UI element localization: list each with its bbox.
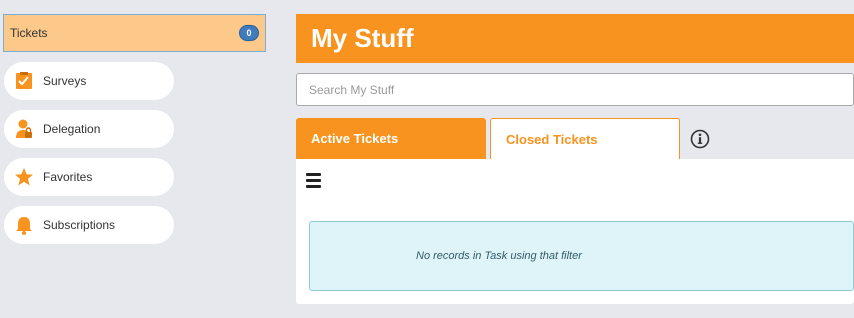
- tab-active-tickets[interactable]: Active Tickets: [296, 118, 486, 159]
- sidebar-item-subscriptions[interactable]: Subscriptions: [4, 206, 174, 244]
- page-title: My Stuff: [296, 14, 854, 63]
- bell-icon: [13, 214, 35, 236]
- tickets-content: No records in Task using that filter: [296, 159, 854, 304]
- empty-state-text: No records in Task using that filter: [416, 250, 582, 262]
- sidebar-item-label: Delegation: [43, 122, 101, 136]
- sidebar: Tickets 0 Surveys Delegation Favorites S…: [0, 0, 290, 318]
- sidebar-item-tickets[interactable]: Tickets 0: [3, 14, 266, 52]
- clipboard-check-icon: [13, 70, 35, 92]
- count-badge: 0: [239, 25, 259, 41]
- star-icon: [13, 166, 35, 188]
- sidebar-item-label: Surveys: [43, 74, 87, 88]
- info-circle-icon[interactable]: [690, 129, 710, 149]
- empty-state-message: No records in Task using that filter: [309, 221, 854, 291]
- sidebar-item-label: Subscriptions: [43, 218, 116, 232]
- person-lock-icon: [13, 118, 35, 140]
- sidebar-item-delegation[interactable]: Delegation: [4, 110, 174, 148]
- tab-closed-tickets[interactable]: Closed Tickets: [490, 118, 680, 159]
- sidebar-item-favorites[interactable]: Favorites: [4, 158, 174, 196]
- main-panel: My Stuff Active Tickets Closed Tickets N…: [296, 14, 854, 304]
- hamburger-menu-icon[interactable]: [306, 173, 321, 188]
- search-input[interactable]: [296, 73, 854, 106]
- sidebar-item-label: Favorites: [43, 170, 93, 184]
- sidebar-item-surveys[interactable]: Surveys: [4, 62, 174, 100]
- sidebar-item-label: Tickets: [10, 26, 48, 40]
